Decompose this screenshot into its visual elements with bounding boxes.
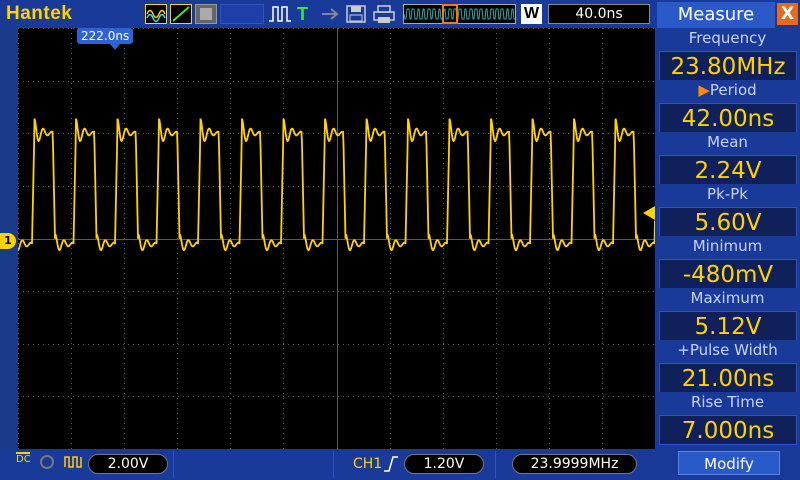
divider bbox=[495, 451, 496, 478]
ch1-ground-marker[interactable]: 1 bbox=[0, 233, 16, 249]
measure-value-frequency: 23.80MHz bbox=[659, 51, 797, 81]
memory-window-marker[interactable] bbox=[442, 4, 458, 24]
timebase-readout[interactable]: 40.0ns bbox=[548, 4, 650, 24]
rising-edge-icon[interactable] bbox=[383, 455, 399, 477]
measure-value-pulse-width: 21.00ns bbox=[659, 363, 797, 393]
status-slot bbox=[220, 4, 264, 24]
modify-button[interactable]: Modify bbox=[678, 451, 780, 475]
pulse-icon[interactable] bbox=[268, 4, 291, 24]
trigger-position-tag[interactable]: 222.0ns bbox=[77, 28, 134, 44]
measure-label-frequency[interactable]: Frequency bbox=[656, 28, 799, 48]
trigger-position-marker bbox=[110, 44, 120, 50]
frequency-counter: 23.9999MHz bbox=[512, 454, 637, 474]
measure-title: Measure bbox=[657, 2, 775, 28]
memory-position-bar[interactable] bbox=[403, 4, 516, 24]
measure-value-minimum: -480mV bbox=[659, 259, 797, 289]
waveform-display[interactable] bbox=[18, 28, 655, 449]
ch1-trace bbox=[18, 118, 655, 252]
arrow-icon[interactable] bbox=[320, 4, 342, 24]
measure-label-mean[interactable]: Mean bbox=[656, 132, 799, 152]
trigger-source-label: CH1 bbox=[353, 456, 383, 472]
measure-value-maximum: 5.12V bbox=[659, 311, 797, 341]
measure-label-pkpk[interactable]: Pk-Pk bbox=[656, 184, 799, 204]
measure-value-period: 42.00ns bbox=[659, 103, 797, 133]
measure-label-maximum[interactable]: Maximum bbox=[656, 288, 799, 308]
divider bbox=[173, 451, 174, 478]
divider bbox=[333, 451, 334, 478]
measure-label-pulse-width[interactable]: +Pulse Width bbox=[656, 340, 799, 360]
measure-label-period[interactable]: ▶Period bbox=[656, 80, 799, 100]
close-button[interactable]: X bbox=[777, 3, 798, 25]
bandwidth-limit-icon[interactable] bbox=[40, 455, 54, 469]
save-disk-icon[interactable] bbox=[345, 4, 367, 24]
wave-mode-icon[interactable] bbox=[145, 4, 167, 24]
measure-value-rise-time: 7.000ns bbox=[659, 415, 797, 445]
trigger-level-marker[interactable] bbox=[643, 206, 655, 220]
measure-label-minimum[interactable]: Minimum bbox=[656, 236, 799, 256]
measure-label-rise-time[interactable]: Rise Time bbox=[656, 392, 799, 412]
line-mode-icon[interactable] bbox=[170, 4, 192, 24]
trigger-T-icon[interactable]: T bbox=[297, 4, 319, 24]
graticule bbox=[18, 28, 655, 449]
measure-value-mean: 2.24V bbox=[659, 155, 797, 185]
brand-logo: Hantek bbox=[6, 3, 73, 24]
persist-icon[interactable] bbox=[195, 4, 217, 24]
memory-badge: W bbox=[521, 4, 542, 24]
print-icon[interactable] bbox=[372, 4, 395, 24]
coupling-label: DC bbox=[16, 454, 31, 465]
measure-value-pkpk: 5.60V bbox=[659, 207, 797, 237]
probe-icon[interactable] bbox=[64, 453, 84, 473]
trigger-level[interactable]: 1.20V bbox=[404, 454, 484, 474]
coupling-icon[interactable]: DC bbox=[16, 452, 31, 465]
selected-arrow-icon: ▶ bbox=[698, 81, 710, 99]
ch1-volts-div[interactable]: 2.00V bbox=[88, 454, 168, 474]
